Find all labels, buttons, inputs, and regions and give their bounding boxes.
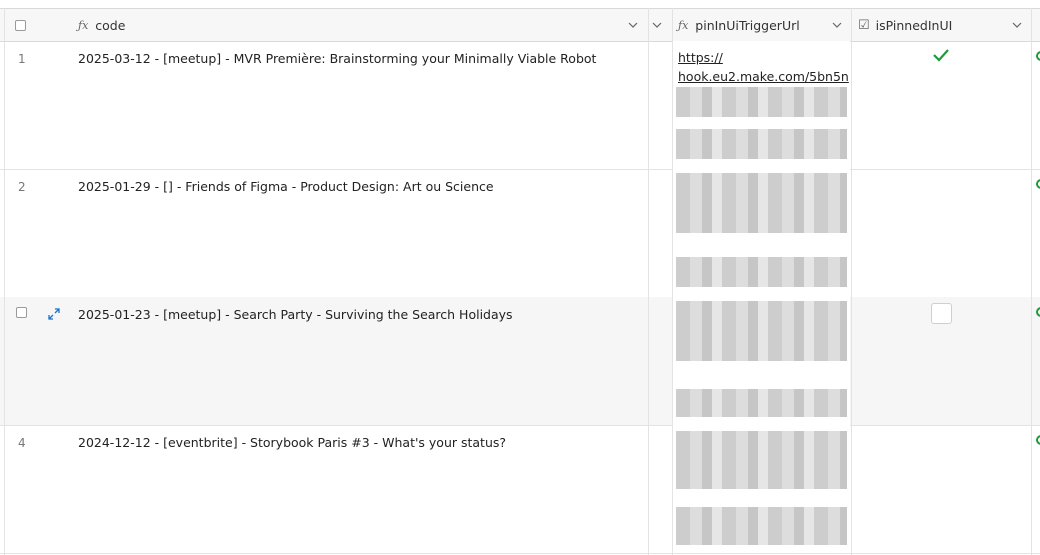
chevron-down-icon[interactable] (1011, 19, 1023, 31)
checkbox-type-icon: ☑ (858, 17, 870, 33)
row-select-checkbox[interactable] (16, 307, 27, 318)
row-number: 4 (18, 436, 26, 450)
redacted-text (676, 129, 847, 159)
redacted-text (676, 87, 847, 117)
pin-url-cell[interactable] (672, 169, 850, 297)
grid-header: ƒx code ƒx pinInUiTriggerUrl ☑ isPinnedI… (0, 8, 1040, 42)
table-row[interactable]: 2025-01-23 - [meetup] - Search Party - S… (0, 297, 1040, 426)
redacted-text (676, 301, 847, 361)
column-separator (1031, 8, 1032, 555)
code-cell[interactable]: 2025-03-12 - [meetup] - MVR Première: Br… (78, 51, 596, 66)
grid-left-border (4, 8, 5, 555)
pin-url-cell[interactable] (672, 297, 850, 425)
is-pinned-checkbox[interactable] (931, 303, 952, 324)
column-separator (851, 8, 852, 555)
column-label-pin-url: pinInUiTriggerUrl (695, 17, 800, 33)
column-separator (672, 8, 673, 555)
formula-icon: ƒx (78, 18, 89, 32)
pin-url-link[interactable]: hook.eu2.make.com/5bn5n (678, 69, 849, 84)
redacted-text (676, 257, 847, 287)
status-dot (1036, 307, 1040, 317)
select-all-checkbox[interactable] (15, 9, 35, 41)
pin-url-cell[interactable] (672, 425, 850, 553)
code-cell[interactable]: 2025-01-29 - [] - Friends of Figma - Pro… (78, 179, 494, 194)
column-header-is-pinned[interactable]: ☑ isPinnedInUI (858, 9, 1008, 41)
table-row[interactable]: 1 2025-03-12 - [meetup] - MVR Première: … (0, 41, 1040, 170)
table-row[interactable]: 4 2024-12-12 - [eventbrite] - Storybook … (0, 425, 1040, 554)
column-label-is-pinned: isPinnedInUI (875, 17, 953, 33)
column-separator (648, 8, 649, 555)
pin-url-cell[interactable]: https:// hook.eu2.make.com/5bn5n (672, 41, 850, 169)
redacted-text (676, 173, 847, 233)
redacted-text (676, 431, 847, 489)
check-mark-icon[interactable] (932, 48, 950, 62)
row-number: 1 (18, 52, 26, 66)
status-dot (1036, 435, 1040, 445)
expand-row-icon[interactable] (47, 307, 61, 321)
row-number: 2 (18, 180, 26, 194)
column-header-pin-url[interactable]: ƒx pinInUiTriggerUrl (678, 9, 838, 41)
code-cell[interactable]: 2024-12-12 - [eventbrite] - Storybook Pa… (78, 435, 506, 450)
code-cell[interactable]: 2025-01-23 - [meetup] - Search Party - S… (78, 307, 513, 322)
status-dot (1036, 51, 1040, 61)
table-row[interactable]: 2 2025-01-29 - [] - Friends of Figma - P… (0, 169, 1040, 298)
formula-icon: ƒx (678, 18, 689, 32)
redacted-text (676, 389, 847, 417)
column-label-code: code (95, 17, 126, 33)
select-all-box[interactable] (15, 19, 26, 31)
chevron-down-icon[interactable] (831, 19, 843, 31)
redacted-text (676, 507, 847, 545)
chevron-down-icon[interactable] (651, 19, 663, 31)
chevron-down-icon[interactable] (627, 19, 639, 31)
pin-url-link[interactable]: https:// (678, 50, 723, 65)
status-dot (1036, 179, 1040, 189)
data-grid: ƒx code ƒx pinInUiTriggerUrl ☑ isPinnedI… (0, 0, 1040, 555)
column-header-code[interactable]: ƒx code (78, 9, 638, 41)
